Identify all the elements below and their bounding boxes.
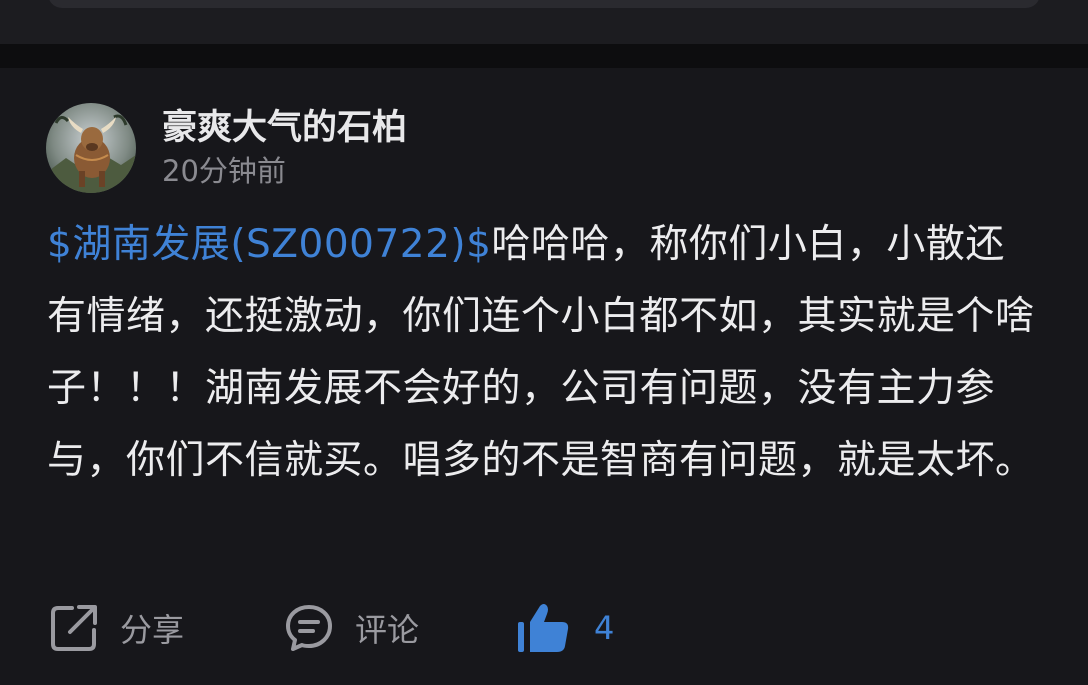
share-button[interactable]: 分享 bbox=[48, 593, 184, 663]
previous-section bbox=[0, 0, 1088, 44]
comment-button[interactable]: 评论 bbox=[283, 593, 419, 663]
share-label: 分享 bbox=[120, 611, 185, 649]
action-bar: 分享 评论 4 bbox=[0, 593, 1088, 663]
previous-card[interactable] bbox=[48, 0, 1040, 8]
post-card: 豪爽大气的石柏 20分钟前 $湖南发展(SZ000722)$哈哈哈，称你们小白，… bbox=[0, 68, 1088, 685]
like-button[interactable]: 4 bbox=[516, 593, 614, 663]
author-name[interactable]: 豪爽大气的石柏 bbox=[162, 106, 407, 150]
post-time: 20分钟前 bbox=[162, 154, 286, 188]
like-count: 4 bbox=[594, 609, 615, 647]
comment-icon bbox=[286, 605, 332, 651]
section-divider bbox=[0, 44, 1088, 68]
comment-label: 评论 bbox=[355, 611, 420, 649]
bull-avatar-icon bbox=[46, 103, 136, 193]
stock-tag-link[interactable]: $湖南发展(SZ000722)$ bbox=[47, 222, 491, 267]
author-avatar[interactable] bbox=[46, 103, 136, 193]
share-icon bbox=[51, 605, 97, 651]
thumbs-up-icon bbox=[518, 604, 569, 652]
post-content: $湖南发展(SZ000722)$哈哈哈，称你们小白，小散还有情绪，还挺激动，你们… bbox=[47, 209, 1037, 497]
